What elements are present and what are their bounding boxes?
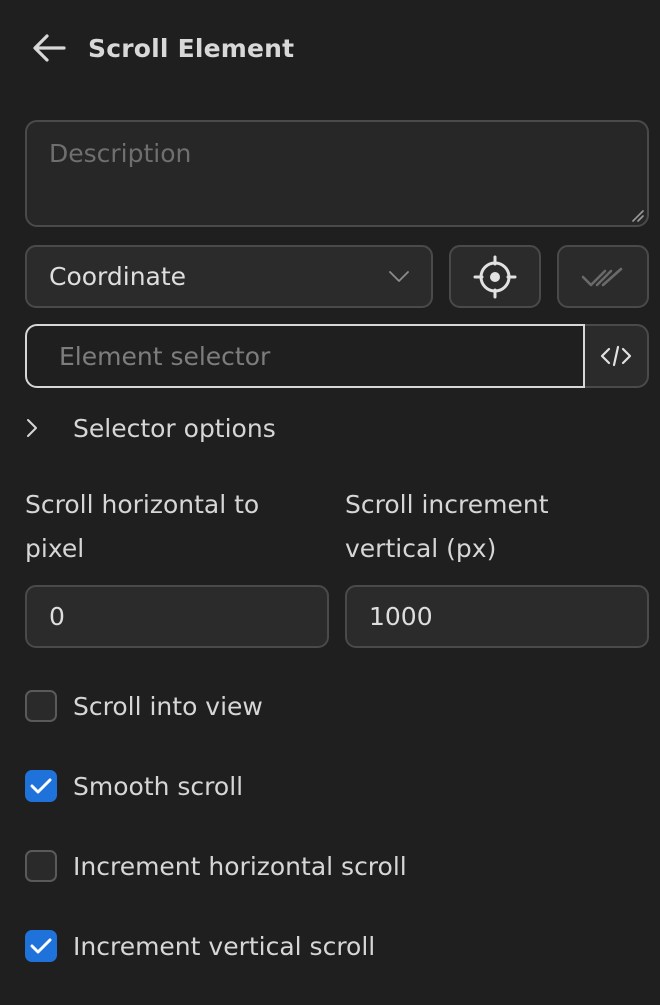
- scroll-vertical-label: Scroll increment vertical (px): [345, 490, 549, 563]
- back-button[interactable]: [30, 29, 68, 67]
- checkbox-label: Smooth scroll: [73, 771, 244, 801]
- checkbox-label: Increment vertical scroll: [73, 931, 376, 961]
- arrow-left-icon: [33, 34, 66, 62]
- header: Scroll Element: [30, 28, 294, 68]
- scroll-element-panel: Scroll Element Coordinate: [0, 0, 660, 1005]
- element-selector-group: [25, 324, 649, 388]
- selector-type-dropdown[interactable]: Coordinate: [25, 245, 433, 308]
- scroll-horizontal-label: Scroll horizontal to pixel: [25, 490, 260, 563]
- description-field[interactable]: [25, 120, 649, 227]
- resize-grip-icon[interactable]: [630, 208, 644, 222]
- crosshair-icon: [473, 255, 517, 298]
- increment-vertical-option[interactable]: Increment vertical scroll: [25, 926, 375, 966]
- scroll-vertical-input[interactable]: [345, 585, 649, 648]
- pick-element-button[interactable]: [449, 245, 541, 308]
- checkbox[interactable]: [25, 770, 57, 802]
- code-icon: [600, 345, 632, 367]
- selector-options-toggle[interactable]: Selector options: [25, 406, 276, 450]
- increment-horizontal-option[interactable]: Increment horizontal scroll: [25, 846, 407, 886]
- selector-code-button[interactable]: [585, 324, 649, 388]
- element-selector-input[interactable]: [25, 324, 585, 388]
- chevron-down-icon: [389, 270, 409, 282]
- checkmark-icon: [30, 938, 52, 954]
- double-check-icon: [581, 267, 623, 286]
- checkbox[interactable]: [25, 690, 57, 722]
- checkbox-label: Increment horizontal scroll: [73, 851, 407, 881]
- smooth-scroll-option[interactable]: Smooth scroll: [25, 766, 243, 806]
- checkbox[interactable]: [25, 930, 57, 962]
- validate-selector-button[interactable]: [557, 245, 649, 308]
- selector-type-value: Coordinate: [49, 262, 187, 291]
- chevron-right-icon: [25, 417, 53, 439]
- checkmark-icon: [30, 778, 52, 794]
- selector-options-label: Selector options: [73, 413, 276, 443]
- checkbox-label: Scroll into view: [73, 691, 263, 721]
- scroll-into-view-option[interactable]: Scroll into view: [25, 686, 263, 726]
- checkbox[interactable]: [25, 850, 57, 882]
- page-title: Scroll Element: [88, 33, 295, 63]
- scroll-horizontal-input[interactable]: [25, 585, 329, 648]
